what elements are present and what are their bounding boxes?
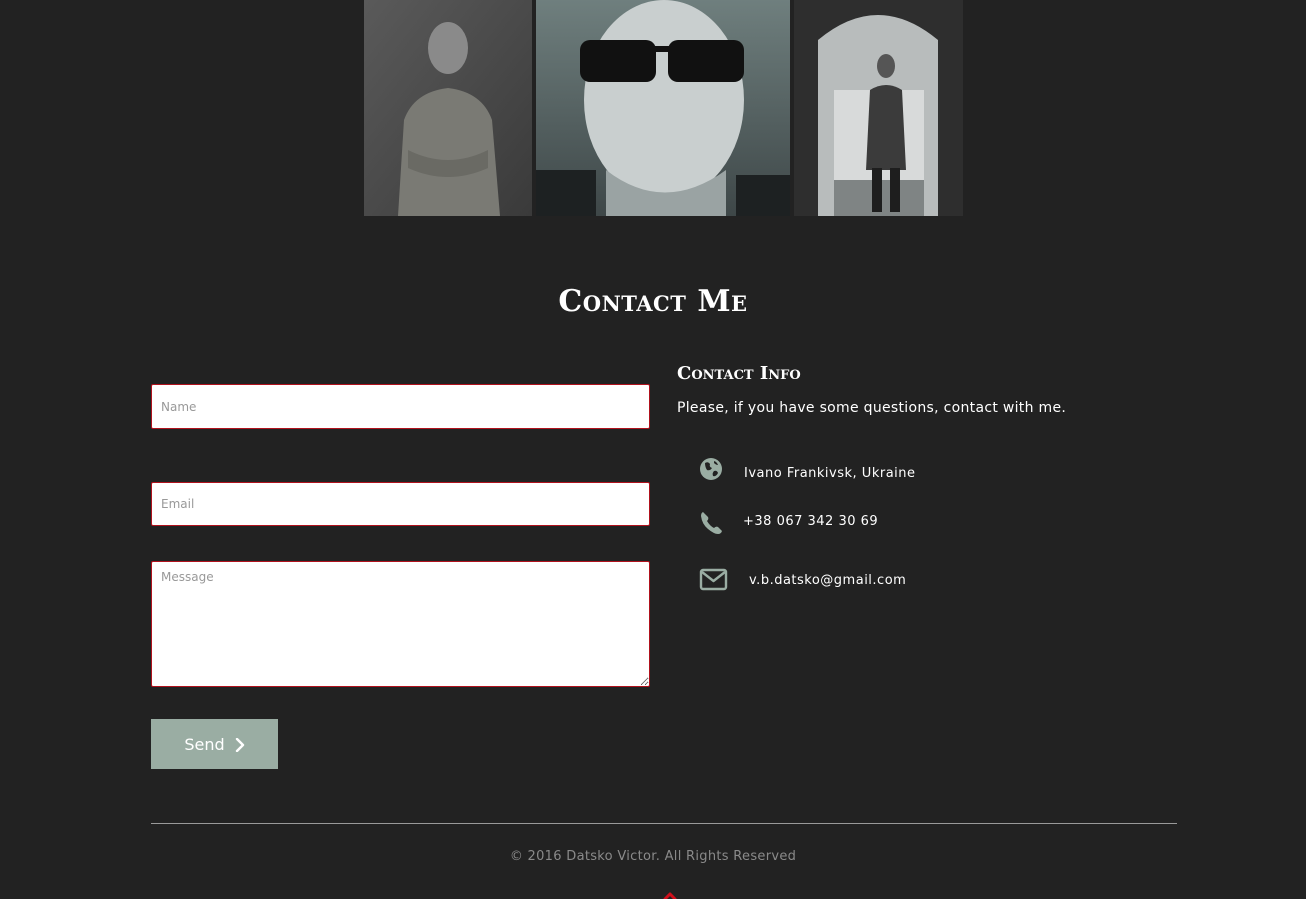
name-input[interactable] <box>151 384 650 429</box>
email-input[interactable] <box>151 482 650 526</box>
photo-selfie-sunglasses[interactable] <box>536 0 790 216</box>
chevron-right-icon <box>235 737 245 753</box>
globe-icon <box>699 457 729 483</box>
send-button[interactable]: Send <box>151 719 278 769</box>
photo-archway[interactable] <box>794 0 963 216</box>
chevron-up-icon[interactable] <box>663 886 677 899</box>
contact-email: v.b.datsko@gmail.com <box>699 568 906 594</box>
send-button-label: Send <box>184 734 225 754</box>
photo-gallery <box>364 0 963 216</box>
photo-portrait-wall[interactable] <box>364 0 532 216</box>
email-text[interactable]: v.b.datsko@gmail.com <box>749 573 906 588</box>
contact-location: Ivano Frankivsk, Ukraine <box>699 457 916 483</box>
page: Contact Me Send Contact Info Please, if … <box>0 0 1306 899</box>
envelope-icon <box>699 568 729 594</box>
contact-phone: +38 067 342 30 69 <box>699 510 878 536</box>
phone-icon <box>699 510 729 536</box>
location-text: Ivano Frankivsk, Ukraine <box>744 466 916 481</box>
contact-info: Contact Info Please, if you have some qu… <box>677 362 1177 591</box>
copyright-text: © 2016 Datsko Victor. All Rights Reserve… <box>509 849 797 864</box>
message-textarea[interactable] <box>151 561 650 687</box>
footer-divider <box>151 823 1177 824</box>
section-title: Contact Me <box>558 284 748 319</box>
phone-text[interactable]: +38 067 342 30 69 <box>743 514 878 529</box>
contact-info-text: Please, if you have some questions, cont… <box>677 400 1067 416</box>
contact-info-title: Contact Info <box>677 363 801 384</box>
